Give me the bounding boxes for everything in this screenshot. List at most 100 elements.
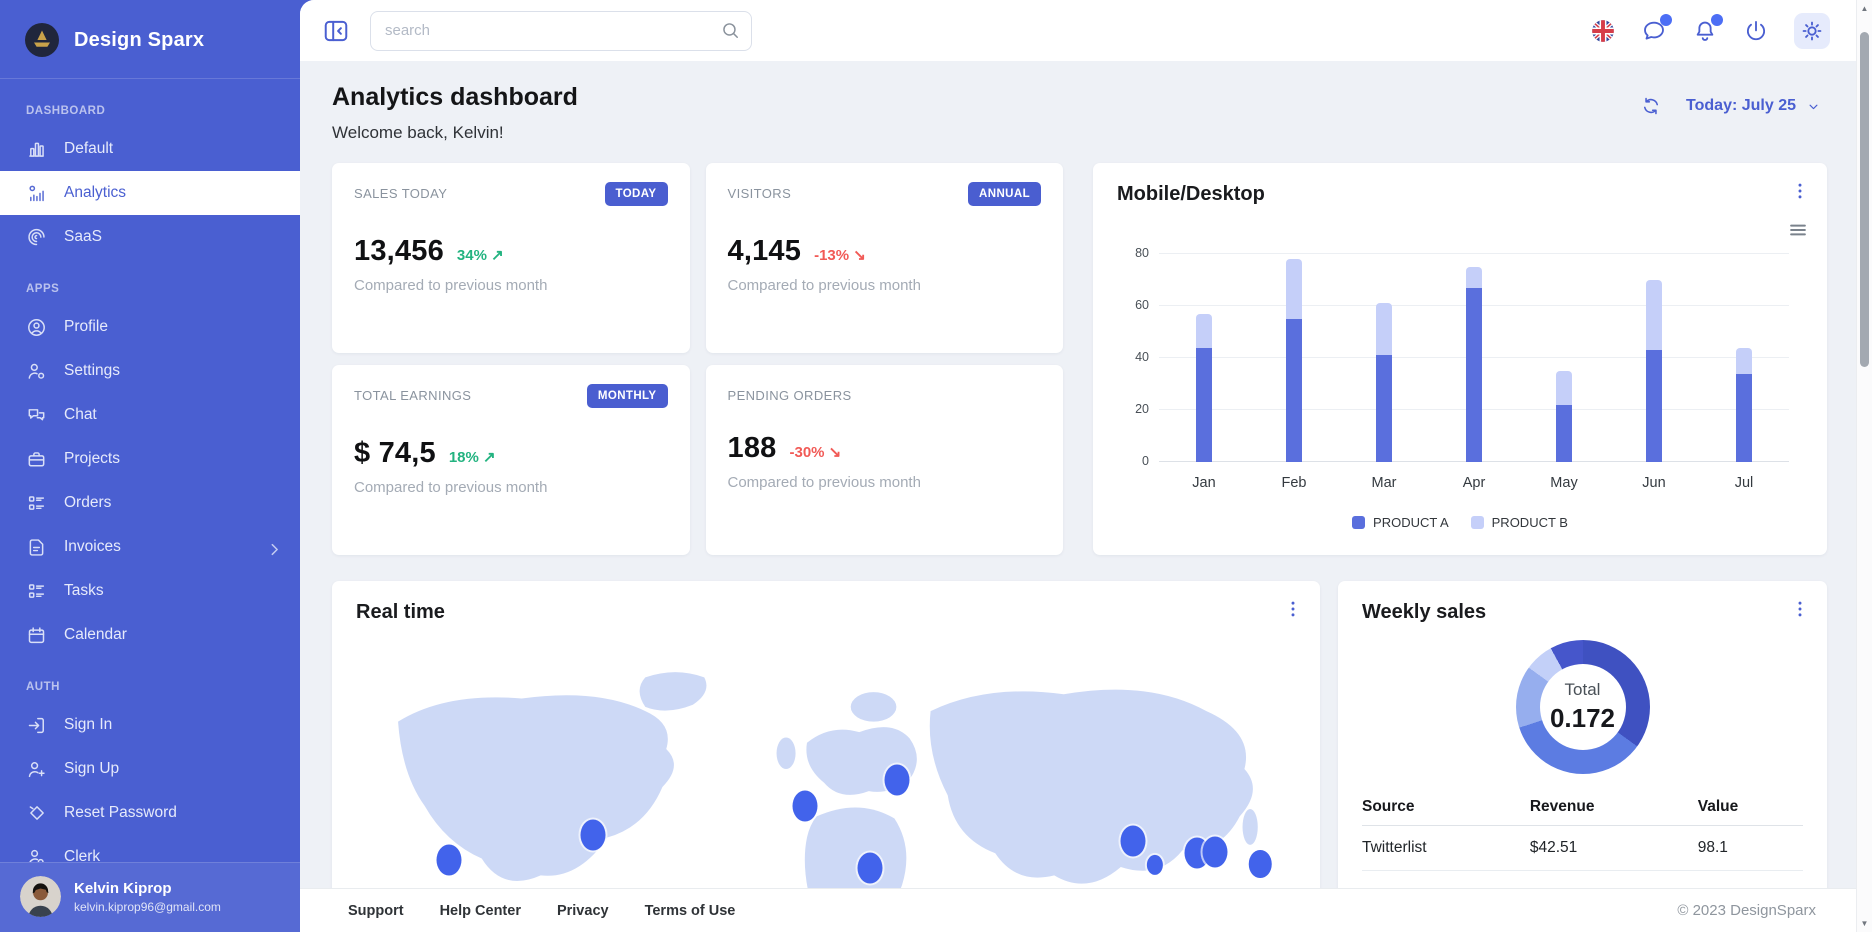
legend-label: PRODUCT B (1492, 515, 1568, 530)
sidebar-item-label: Analytics (64, 184, 126, 202)
sidebar-item-sign-in[interactable]: Sign In (0, 703, 300, 747)
page-scrollbar[interactable]: ▲ ▼ (1856, 0, 1872, 932)
sidebar-item-label: Orders (64, 494, 111, 512)
chart-menu-button[interactable] (1789, 180, 1811, 202)
footer-link-terms-of-use[interactable]: Terms of Use (645, 903, 736, 919)
bar-segment-product-b (1376, 303, 1392, 355)
kebab-icon (1789, 180, 1811, 202)
weekly-sales-menu-button[interactable] (1789, 598, 1811, 620)
refresh-icon (1640, 95, 1662, 117)
bar-may[interactable] (1519, 254, 1609, 462)
bar-mar[interactable] (1339, 254, 1429, 462)
y-axis-tick-label: 0 (1142, 454, 1149, 468)
date-label: Today: July 25 (1686, 97, 1796, 115)
weekly-sales-table: SourceRevenueValue Twitterlist$42.5198.1 (1362, 789, 1803, 871)
mobile-desktop-chart-card: Mobile/Desktop 020406080 JanFebMarAprMay… (1093, 163, 1827, 555)
map-visitor-dot[interactable] (793, 790, 818, 821)
table-header-revenue: Revenue (1530, 789, 1698, 826)
kebab-icon (1789, 598, 1811, 620)
stat-badge[interactable]: MONTHLY (587, 384, 668, 408)
theme-toggle-button[interactable] (1794, 13, 1830, 49)
brand[interactable]: Design Sparx (0, 0, 300, 79)
chart-export-menu-button[interactable] (1787, 219, 1809, 241)
map-visitor-dot[interactable] (1202, 837, 1227, 868)
scrollbar-up-arrow[interactable]: ▲ (1857, 4, 1872, 13)
world-map[interactable] (360, 669, 1292, 921)
footer-link-help-center[interactable]: Help Center (440, 903, 521, 919)
bar-apr[interactable] (1429, 254, 1519, 462)
map-visitor-dot[interactable] (857, 852, 882, 883)
map-visitor-dot[interactable] (437, 844, 462, 875)
bar-segment-product-b (1736, 348, 1752, 374)
messages-button[interactable] (1641, 18, 1667, 44)
sidebar-item-calendar[interactable]: Calendar (0, 613, 300, 657)
sidebar-item-profile[interactable]: Profile (0, 305, 300, 349)
scrollbar-down-arrow[interactable]: ▼ (1857, 919, 1872, 928)
search-input[interactable] (370, 11, 752, 51)
notifications-button[interactable] (1692, 18, 1718, 44)
sidebar-user-panel[interactable]: Kelvin Kiprop kelvin.kiprop96@gmail.com (0, 862, 300, 932)
stat-card-pending-orders: PENDING ORDERS 188 -30% ↘ Compared to pr… (706, 365, 1064, 555)
calendar-icon (26, 625, 47, 646)
bar-jun[interactable] (1609, 254, 1699, 462)
bar-segment-product-b (1556, 371, 1572, 405)
date-picker[interactable]: Today: July 25 (1686, 97, 1822, 115)
sidebar-item-invoices[interactable]: Invoices (0, 525, 300, 569)
bar-segment-product-b (1466, 267, 1482, 288)
sidebar-item-chat[interactable]: Chat (0, 393, 300, 437)
weekly-sales-title: Weekly sales (1362, 601, 1803, 624)
sidebar-item-label: Sign In (64, 716, 112, 734)
user-email: kelvin.kiprop96@gmail.com (74, 900, 221, 914)
table-row[interactable]: Twitterlist$42.5198.1 (1362, 826, 1803, 871)
bar-jan[interactable] (1159, 254, 1249, 462)
sidebar-item-saas[interactable]: SaaS (0, 215, 300, 259)
y-axis-tick-label: 20 (1135, 402, 1149, 416)
sun-icon (1799, 18, 1825, 44)
sidebar-item-analytics[interactable]: Analytics (0, 171, 300, 215)
chevron-down-icon (1805, 98, 1822, 115)
bar-feb[interactable] (1249, 254, 1339, 462)
sidebar-item-sign-up[interactable]: Sign Up (0, 747, 300, 791)
bar-segment-product-a (1196, 348, 1212, 462)
scrollbar-thumb[interactable] (1860, 32, 1869, 367)
footer-link-privacy[interactable]: Privacy (557, 903, 609, 919)
language-flag-button[interactable] (1590, 18, 1616, 44)
legend-item-product-b[interactable]: PRODUCT B (1471, 515, 1568, 530)
sidebar-item-projects[interactable]: Projects (0, 437, 300, 481)
footer-link-support[interactable]: Support (348, 903, 404, 919)
sidebar-item-settings[interactable]: Settings (0, 349, 300, 393)
search-icon (720, 20, 741, 41)
sidebar-collapse-button[interactable] (322, 17, 350, 45)
logout-button[interactable] (1743, 18, 1769, 44)
bar-chart-x-labels: JanFebMarAprMayJunJul (1159, 475, 1789, 491)
bar-jul[interactable] (1699, 254, 1789, 462)
bar-segment-product-a (1556, 405, 1572, 462)
map-visitor-dot[interactable] (581, 820, 606, 851)
stat-badge[interactable]: TODAY (605, 182, 668, 206)
weekly-sales-donut-chart[interactable]: Total 0.172 (1516, 640, 1650, 774)
sidebar-item-default[interactable]: Default (0, 127, 300, 171)
clerk-icon (26, 847, 47, 863)
search-icon[interactable] (720, 20, 741, 41)
donut-center: Total 0.172 (1540, 664, 1626, 750)
map-visitor-dot[interactable] (884, 764, 909, 795)
kebab-icon (1282, 598, 1304, 620)
real-time-menu-button[interactable] (1282, 598, 1304, 620)
sidebar-item-orders[interactable]: Orders (0, 481, 300, 525)
stat-value: $ 74,5 (354, 437, 436, 470)
map-visitor-dot[interactable] (1120, 825, 1145, 856)
sidebar-item-tasks[interactable]: Tasks (0, 569, 300, 613)
sidebar-item-clerk[interactable]: Clerk (0, 835, 300, 862)
page-title: Analytics dashboard (332, 83, 578, 112)
sidebar-item-reset-password[interactable]: Reset Password (0, 791, 300, 835)
legend-item-product-a[interactable]: PRODUCT A (1352, 515, 1449, 530)
sidebar-item-label: Clerk (64, 848, 100, 862)
stat-delta: 34% ↗ (457, 246, 504, 264)
stat-badge[interactable]: ANNUAL (968, 182, 1041, 206)
x-axis-tick-label: Jun (1609, 475, 1699, 491)
bar-chart-plot: 020406080 (1159, 254, 1789, 462)
chevron-down-icon (1805, 98, 1822, 115)
map-visitor-dot[interactable] (1249, 850, 1272, 878)
bar-segment-product-a (1376, 355, 1392, 462)
refresh-button[interactable] (1640, 95, 1662, 117)
